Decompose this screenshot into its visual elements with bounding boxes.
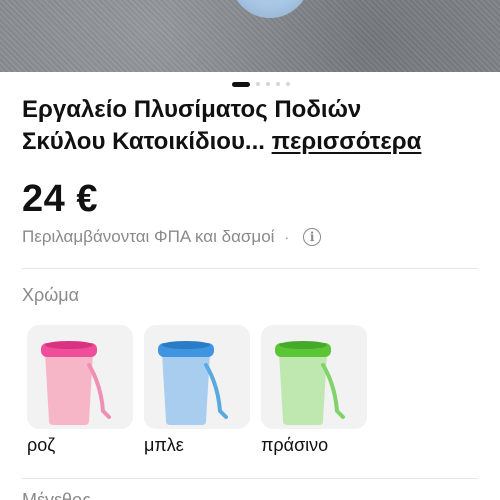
- info-icon[interactable]: i: [303, 228, 322, 246]
- carousel-dot[interactable]: [276, 82, 280, 86]
- product-image[interactable]: [0, 0, 500, 72]
- color-option-label: πράσινο: [261, 435, 329, 455]
- product-title: Εργαλείο Πλυσίματος Ποδιών Σκύλου Κατοικ…: [22, 94, 487, 158]
- color-option-blue[interactable]: [144, 325, 250, 429]
- image-carousel-indicator[interactable]: [0, 80, 500, 88]
- product-price: 24 €: [22, 178, 98, 220]
- vat-note: Περιλαμβάνονται ΦΠΑ και δασμοί · i: [22, 227, 322, 247]
- divider: [22, 478, 478, 479]
- color-option-pink[interactable]: [27, 325, 133, 429]
- product-title-line2: Σκύλου Κατοικίδιου...: [22, 128, 265, 155]
- green-cup-image: [275, 341, 345, 425]
- color-option-label: ροζ: [27, 435, 56, 455]
- color-section-label: Χρώμα: [22, 285, 80, 305]
- size-section-label: Μέγεθος: [22, 491, 91, 500]
- carousel-dot[interactable]: [286, 82, 290, 86]
- pink-cup-image: [41, 341, 111, 425]
- blue-cup-image: [158, 341, 228, 425]
- divider: [22, 268, 478, 269]
- vat-separator: ·: [284, 229, 290, 245]
- color-option-green[interactable]: [261, 325, 367, 429]
- carousel-dot[interactable]: [266, 82, 270, 86]
- carousel-dot-active[interactable]: [232, 81, 250, 87]
- carousel-dot[interactable]: [256, 82, 260, 86]
- vat-note-text: Περιλαμβάνονται ΦΠΑ και δασμοί: [22, 227, 275, 246]
- read-more-link[interactable]: περισσότερα: [272, 128, 422, 155]
- color-option-label: μπλε: [144, 435, 184, 455]
- product-title-line1: Εργαλείο Πλυσίματος Ποδιών: [22, 96, 362, 123]
